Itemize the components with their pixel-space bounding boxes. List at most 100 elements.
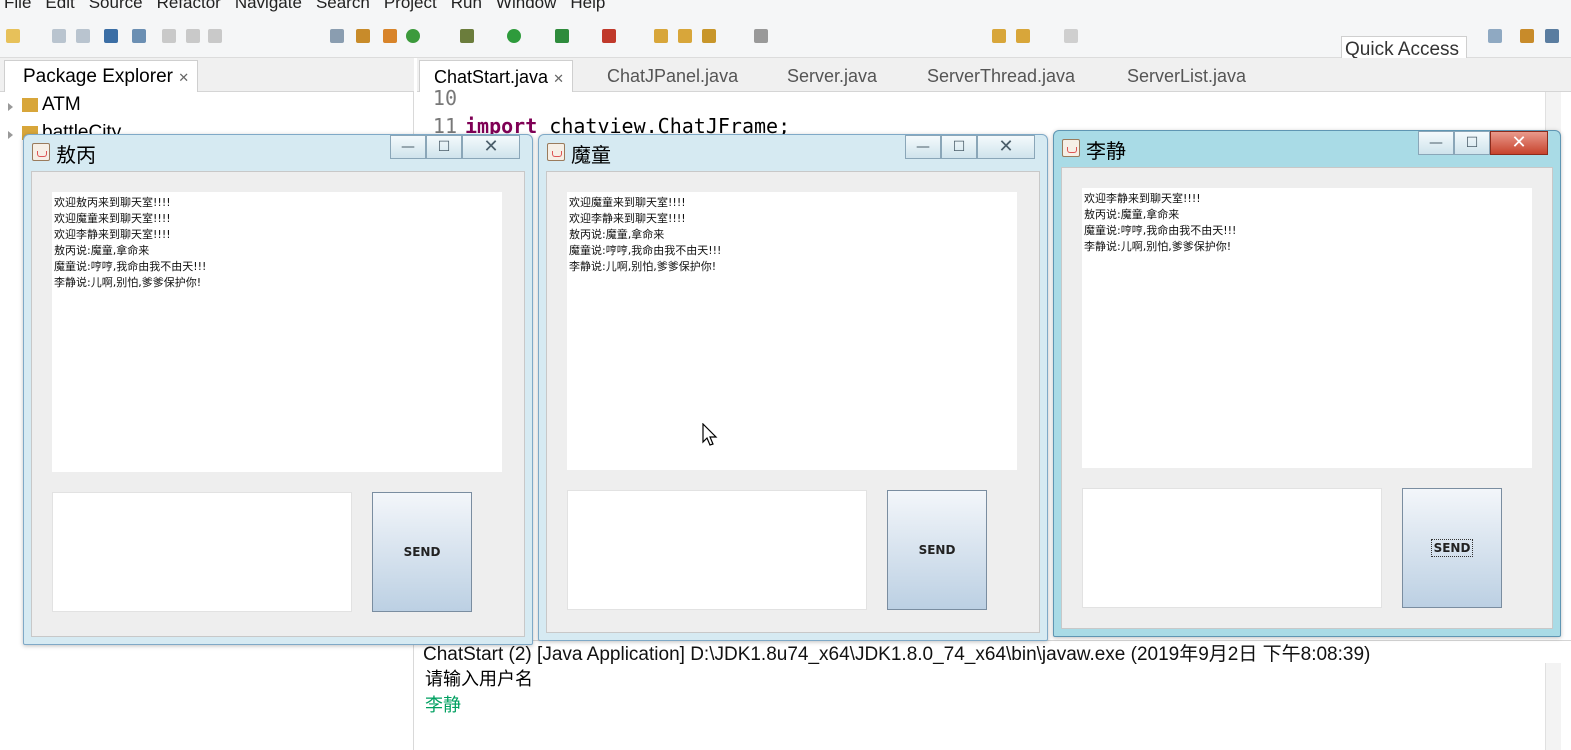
send-button[interactable]: SEND [887, 490, 987, 610]
debug-icon[interactable] [460, 29, 474, 43]
chat-message: 欢迎李静来到聊天室!!!! [569, 212, 686, 225]
annotation-icon[interactable] [754, 29, 768, 43]
minimize-button[interactable]: — [390, 135, 426, 159]
package-icon[interactable] [383, 29, 397, 43]
chat-message: 魔童说:哼哼,我命由我不由天!!! [569, 244, 722, 257]
refresh-icon[interactable] [406, 29, 420, 43]
menu-edit[interactable]: Edit [45, 0, 74, 14]
open-type-icon[interactable] [654, 29, 668, 43]
tab-package-explorer[interactable]: Package Explorer ✕ [4, 60, 199, 92]
chat-message-area[interactable]: 欢迎敖丙来到聊天室!!!! 欢迎魔童来到聊天室!!!! 欢迎李静来到聊天室!!!… [52, 192, 502, 472]
tab-serverthread[interactable]: ServerThread.java [913, 60, 1075, 92]
menu-window[interactable]: Window [496, 0, 556, 14]
tab-chatjpanel[interactable]: ChatJPanel.java [593, 60, 738, 92]
console-scrollbar[interactable] [1545, 663, 1561, 750]
chat-message: 魔童说:哼哼,我命由我不由天!!! [1084, 224, 1237, 237]
terminal-icon[interactable] [104, 29, 118, 43]
save-all-icon[interactable] [76, 29, 90, 43]
editor-tab-label: ChatStart.java [434, 67, 549, 87]
open-resource-icon[interactable] [678, 29, 692, 43]
tree-item-atm[interactable]: ATM [22, 94, 81, 116]
menu-run[interactable]: Run [451, 0, 482, 14]
menu-search[interactable]: Search [316, 0, 370, 14]
chat-window-aobing: 敖丙 — ☐ ✕ 欢迎敖丙来到聊天室!!!! 欢迎魔童来到聊天室!!!! 欢迎李… [23, 134, 533, 645]
window-controls: — ☐ ✕ [390, 135, 520, 161]
maximize-button[interactable]: ☐ [426, 135, 462, 159]
tree-item-label: ATM [42, 94, 81, 115]
java-cup-icon [32, 143, 50, 161]
terminate-icon[interactable] [208, 29, 222, 43]
menu-refactor[interactable]: Refactor [157, 0, 221, 14]
menu-navigate[interactable]: Navigate [235, 0, 302, 14]
chat-input-field[interactable] [52, 492, 352, 612]
console-output-line: 请输入用户名 [425, 669, 533, 689]
open-perspective-icon[interactable] [1488, 29, 1502, 43]
console-view: ChatStart (2) [Java Application] D:\JDK1… [417, 640, 1571, 750]
menu-project[interactable]: Project [384, 0, 437, 14]
external-tools-icon[interactable] [602, 29, 616, 43]
chat-input-field[interactable] [567, 490, 867, 610]
send-button[interactable]: SEND [1402, 488, 1502, 608]
chat-message: 李静说:儿啊,别怕,爹爹保护你! [569, 260, 717, 273]
maximize-button[interactable]: ☐ [941, 135, 977, 159]
forward-icon[interactable] [1064, 29, 1078, 43]
chat-message: 欢迎魔童来到聊天室!!!! [569, 196, 686, 209]
last-edit-icon[interactable] [992, 29, 1006, 43]
send-button-label: SEND [403, 545, 441, 559]
send-button-label: SEND [1430, 539, 1474, 557]
search-icon[interactable] [702, 29, 716, 43]
menu-file[interactable]: File [4, 0, 31, 14]
window-titlebar[interactable]: 敖丙 — ☐ ✕ [24, 135, 532, 169]
window-controls: — ☐ ✕ [1418, 131, 1548, 157]
java-cup-icon [1062, 139, 1080, 157]
menu-help[interactable]: Help [570, 0, 605, 14]
tab-serverlist[interactable]: ServerList.java [1113, 60, 1246, 92]
back-icon[interactable] [1016, 29, 1030, 43]
skip-breakpoints-icon[interactable] [132, 29, 146, 43]
close-button[interactable]: ✕ [977, 135, 1035, 159]
java-perspective-icon[interactable] [1545, 29, 1559, 43]
chat-window-lijing: 李静 — ☐ ✕ 欢迎李静来到聊天室!!!! 敖丙说:魔童,拿命来 魔童说:哼哼… [1053, 130, 1561, 637]
project-folder-icon [22, 97, 38, 112]
console-input-line[interactable]: 李静 [425, 691, 461, 717]
package-explorer-tabbar: Package Explorer ✕ [0, 58, 414, 92]
suspend-icon[interactable] [186, 29, 200, 43]
breakpoint-icon[interactable] [356, 29, 370, 43]
close-icon[interactable]: ✕ [553, 71, 564, 86]
coverage-icon[interactable] [555, 29, 569, 43]
main-toolbar: Quick Access [0, 14, 1571, 64]
menu-source[interactable]: Source [89, 0, 143, 14]
close-button[interactable]: ✕ [1490, 131, 1548, 155]
expand-arrow-icon[interactable] [8, 131, 13, 139]
close-button[interactable]: ✕ [462, 135, 520, 159]
minimize-button[interactable]: — [905, 135, 941, 159]
send-button-label: SEND [918, 543, 956, 557]
chat-input-field[interactable] [1082, 488, 1382, 608]
resume-icon[interactable] [162, 29, 176, 43]
chat-message: 李静说:儿啊,别怕,爹爹保护你! [54, 276, 202, 289]
chat-message: 敖丙说:魔童,拿命来 [1084, 208, 1180, 221]
chat-message: 欢迎魔童来到聊天室!!!! [54, 212, 171, 225]
minimize-button[interactable]: — [1418, 131, 1454, 155]
line-number: 10 [432, 86, 457, 110]
chat-message-area[interactable]: 欢迎李静来到聊天室!!!! 敖丙说:魔童,拿命来 魔童说:哼哼,我命由我不由天!… [1082, 188, 1532, 468]
chat-message: 李静说:儿啊,别怕,爹爹保护你! [1084, 240, 1232, 253]
save-icon[interactable] [52, 29, 66, 43]
send-button[interactable]: SEND [372, 492, 472, 612]
chat-message: 魔童说:哼哼,我命由我不由天!!! [54, 260, 207, 273]
tab-server[interactable]: Server.java [773, 60, 877, 92]
chat-panel: 欢迎魔童来到聊天室!!!! 欢迎李静来到聊天室!!!! 敖丙说:魔童,拿命来 魔… [546, 171, 1040, 633]
window-titlebar[interactable]: 魔童 — ☐ ✕ [539, 135, 1047, 169]
chat-panel: 欢迎李静来到聊天室!!!! 敖丙说:魔童,拿命来 魔童说:哼哼,我命由我不由天!… [1061, 167, 1553, 629]
expand-arrow-icon[interactable] [8, 103, 13, 111]
chat-panel: 欢迎敖丙来到聊天室!!!! 欢迎魔童来到聊天室!!!! 欢迎李静来到聊天室!!!… [31, 171, 525, 637]
package-explorer-label: Package Explorer [23, 66, 173, 87]
new-icon[interactable] [6, 29, 20, 43]
sort-icon[interactable] [330, 29, 344, 43]
window-titlebar[interactable]: 李静 — ☐ ✕ [1054, 131, 1560, 165]
run-icon[interactable] [507, 29, 521, 43]
chat-message-area[interactable]: 欢迎魔童来到聊天室!!!! 欢迎李静来到聊天室!!!! 敖丙说:魔童,拿命来 魔… [567, 192, 1017, 470]
maximize-button[interactable]: ☐ [1454, 131, 1490, 155]
debug-perspective-icon[interactable] [1520, 29, 1534, 43]
close-icon[interactable]: ✕ [178, 70, 189, 85]
